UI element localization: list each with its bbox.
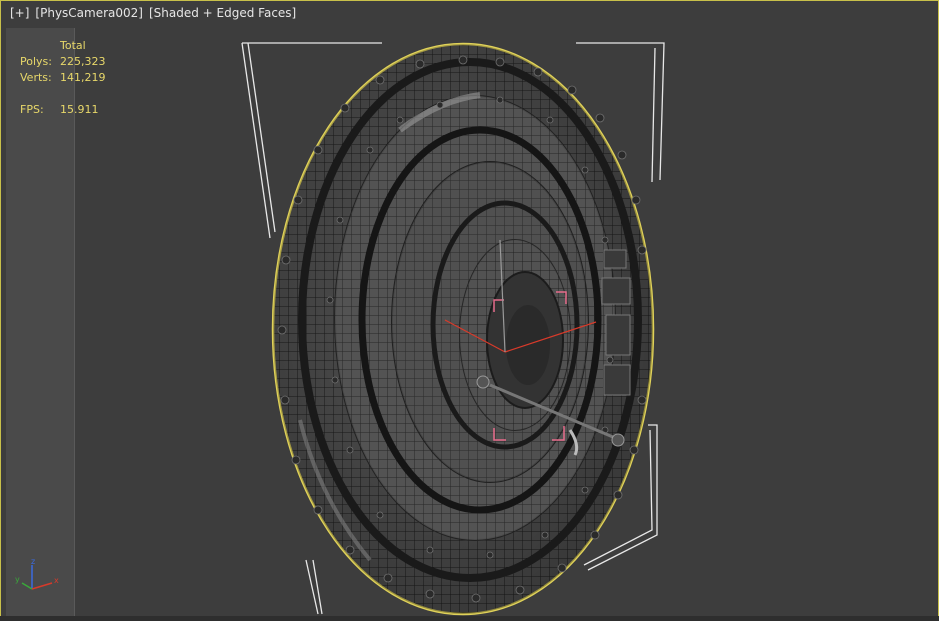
polys-value: 225,323	[60, 55, 106, 68]
stats-fps-row: FPS: 15.911	[20, 102, 106, 118]
verts-label: Verts:	[20, 71, 52, 84]
stats-verts-row: Verts: 141,219	[20, 70, 106, 86]
fps-value: 15.911	[60, 103, 99, 116]
stats-header: Total	[60, 39, 86, 52]
axis-y-label: y	[15, 575, 20, 584]
axis-x-label: x	[54, 576, 59, 585]
stats-overlay: Total Polys: 225,323 Verts: 141,219 FPS:…	[20, 38, 106, 118]
viewport[interactable]: [+] [PhysCamera002] [Shaded + Edged Face…	[0, 0, 939, 621]
fps-label: FPS:	[20, 103, 44, 116]
stats-polys-row: Polys: 225,323	[20, 54, 106, 70]
viewport-label[interactable]: [+] [PhysCamera002] [Shaded + Edged Face…	[10, 6, 296, 20]
shading-mode-label[interactable]: [Shaded + Edged Faces]	[149, 6, 296, 20]
polys-label: Polys:	[20, 55, 52, 68]
stats-header-row: Total	[20, 38, 106, 54]
verts-value: 141,219	[60, 71, 106, 84]
viewport-menu-button[interactable]: [+]	[10, 6, 29, 20]
axis-z-label: z	[31, 557, 35, 566]
bottom-strip	[0, 616, 939, 621]
camera-label[interactable]: [PhysCamera002]	[35, 6, 143, 20]
axis-gizmo-icon: z x y	[15, 557, 59, 590]
scene-canvas[interactable]	[0, 0, 939, 621]
